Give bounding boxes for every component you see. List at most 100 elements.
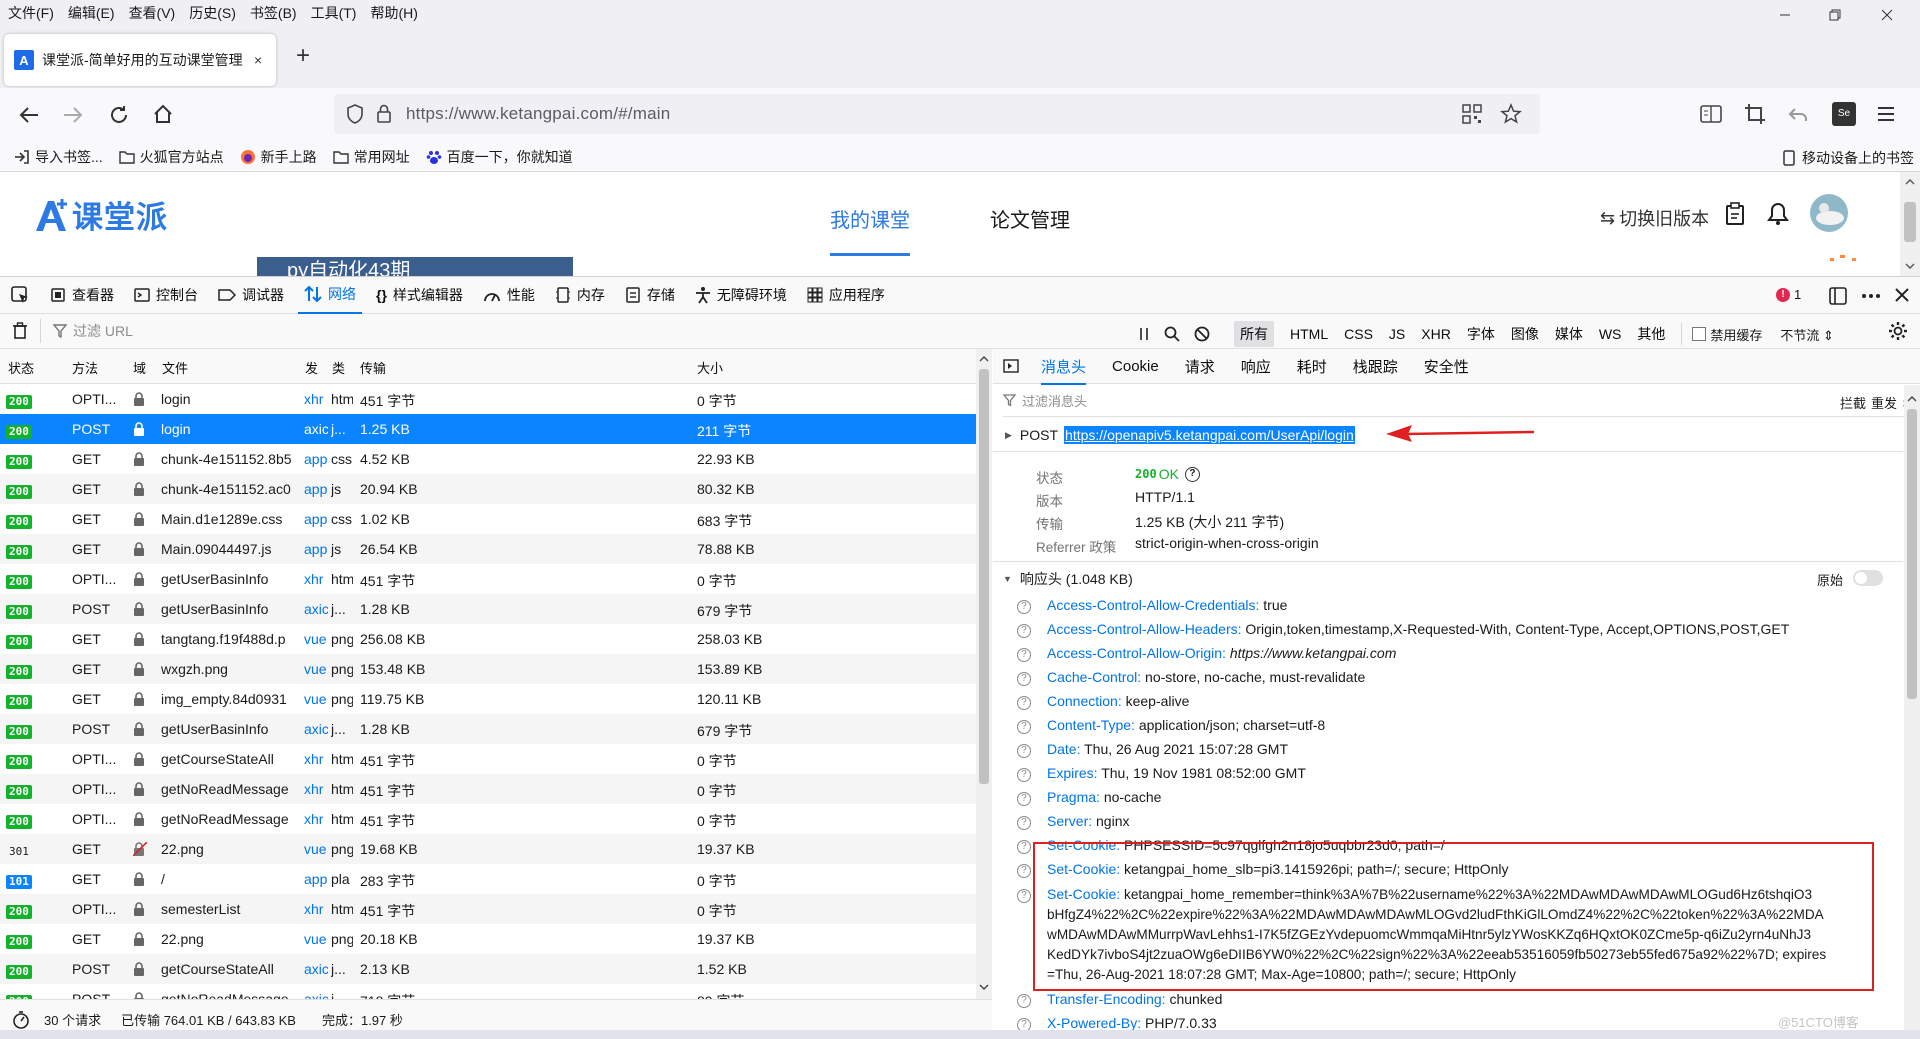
qr-code-icon[interactable]	[1462, 104, 1482, 124]
request-row[interactable]: 200 GET chunk-4e151152.ac0 app js 20.94 KB 80.…	[0, 474, 976, 504]
response-header-row[interactable]: ? Access-Control-Allow-Headers: Origin,to…	[1017, 621, 1789, 638]
help-icon[interactable]: ?	[1184, 466, 1200, 482]
col-size[interactable]: 大小	[697, 358, 723, 377]
col-file[interactable]: 文件	[162, 358, 188, 377]
request-row[interactable]: 200POSTgetNoReadMessageaxicj...718 字节89 …	[0, 984, 976, 999]
home-icon[interactable]	[152, 103, 174, 125]
col-type[interactable]: 类	[332, 358, 345, 377]
menu-item[interactable]: 书签(B)	[250, 3, 297, 23]
nav-my-classes[interactable]: 我的课堂	[830, 204, 910, 256]
devtools-tab-performance[interactable]: 性能	[477, 276, 541, 314]
detail-tab-request[interactable]: 请求	[1185, 356, 1215, 377]
request-row[interactable]: 200 POST getCourseStateAll axic j... 2.13 KB 1…	[0, 954, 976, 984]
help-icon[interactable]: ?	[1017, 624, 1031, 638]
filter-type-media[interactable]: 媒体	[1555, 324, 1583, 344]
request-row[interactable]: 200 GET img_empty.84d0931 vue png 119.75 KB 12…	[0, 684, 976, 714]
request-row[interactable]: 200 OPTI... getNoReadMessage xhr htm 451 字节 0 …	[0, 774, 976, 804]
col-domain[interactable]: 域	[133, 358, 146, 377]
help-icon[interactable]: ?	[1017, 744, 1031, 758]
request-row[interactable]: 200 GET wxgzh.png vue png 153.48 KB 153.89 KB	[0, 654, 976, 684]
request-row[interactable]: 200 OPTI... getCourseStateAll xhr htm 451 字节 0…	[0, 744, 976, 774]
request-row[interactable]: 200 POST getUserBasinInfo axic j... 1.28 KB 67…	[0, 594, 976, 624]
menu-item[interactable]: 工具(T)	[311, 3, 357, 23]
filter-type-html[interactable]: HTML	[1290, 326, 1328, 342]
tab-close-icon[interactable]: ×	[254, 52, 262, 68]
toggle-sidebar-icon[interactable]	[1003, 359, 1019, 373]
stopwatch-icon[interactable]	[12, 1010, 30, 1029]
devtools-tab-memory[interactable]: 内存	[549, 276, 611, 314]
response-header-row[interactable]: ? Content-Type: application/json; charset…	[1017, 717, 1325, 734]
user-avatar[interactable]	[1810, 194, 1848, 232]
disable-cache-checkbox[interactable]	[1692, 327, 1707, 341]
error-indicator[interactable]: ! 1	[1776, 287, 1801, 302]
throttle-select[interactable]: 不节流 ⇕	[1780, 325, 1834, 344]
response-header-row[interactable]: ? Cache-Control: no-store, no-cache, must…	[1017, 669, 1365, 686]
col-transferred[interactable]: 传输	[360, 358, 386, 377]
col-method[interactable]: 方法	[72, 358, 98, 377]
details-scrollbar[interactable]	[1904, 385, 1920, 1039]
col-status[interactable]: 状态	[8, 358, 34, 377]
block-button[interactable]: 拦截	[1840, 393, 1866, 412]
detail-tab-headers[interactable]: 消息头	[1041, 356, 1087, 385]
expand-triangle-icon[interactable]: ▶	[1005, 430, 1012, 441]
pause-icon[interactable]	[1138, 327, 1150, 341]
bookmark-import[interactable]: 导入书签...	[14, 147, 103, 167]
bookmark-star-icon[interactable]	[1500, 103, 1522, 125]
search-icon[interactable]	[1164, 326, 1180, 342]
menu-item[interactable]: 历史(S)	[189, 3, 236, 23]
request-row[interactable]: 200 POST login axic j... 1.25 KB 211 字节	[0, 414, 976, 444]
bookmark-common-sites[interactable]: 常用网址	[332, 147, 410, 167]
screenshot-icon[interactable]	[1744, 103, 1766, 125]
new-tab-button[interactable]: +	[296, 42, 310, 70]
url-text[interactable]: https://www.ketangpai.com/#/main	[406, 104, 670, 124]
help-icon[interactable]: ?	[1017, 994, 1031, 1008]
response-header-row[interactable]: ? Pragma: no-cache	[1017, 789, 1161, 806]
request-row[interactable]: 301 GET 22.png vue png 19.68 KB 19.37 KB	[0, 834, 976, 864]
filter-type-fonts[interactable]: 字体	[1467, 324, 1495, 344]
response-header-row[interactable]: ? Expires: Thu, 19 Nov 1981 08:52:00 GMT	[1017, 765, 1306, 782]
response-header-row[interactable]: ? Date: Thu, 26 Aug 2021 15:07:28 GMT	[1017, 741, 1288, 758]
help-icon[interactable]: ?	[1017, 768, 1031, 782]
devtools-tab-accessibility[interactable]: 无障碍环境	[689, 276, 793, 314]
request-row[interactable]: 200 GET chunk-4e151152.8b5 app css 4.52 KB 22.…	[0, 444, 976, 474]
bookmark-getting-started[interactable]: 新手上路	[240, 147, 317, 167]
request-row[interactable]: 101 GET / app pla 283 字节 0 字节	[0, 864, 976, 894]
request-row[interactable]: 200 GET tangtang.f19f488d.p vue png 256.08 KB…	[0, 624, 976, 654]
response-header-row[interactable]: ? Transfer-Encoding: chunked	[1017, 991, 1222, 1008]
more-options-icon[interactable]	[1860, 287, 1882, 305]
menu-item[interactable]: 帮助(H)	[370, 3, 417, 23]
devtools-tab-debugger[interactable]: 调试器	[212, 276, 290, 314]
filter-type-images[interactable]: 图像	[1511, 324, 1539, 344]
request-row[interactable]: 200 OPTI... login xhr htm 451 字节 0 字节	[0, 384, 976, 414]
detail-tab-cookie[interactable]: Cookie	[1112, 358, 1159, 375]
help-icon[interactable]: ?	[1017, 792, 1031, 806]
detail-tab-stack-trace[interactable]: 栈跟踪	[1353, 356, 1398, 377]
url-bar[interactable]: https://www.ketangpai.com/#/main	[334, 94, 1540, 134]
menu-item[interactable]: 查看(V)	[129, 3, 176, 23]
page-scrollbar[interactable]	[1900, 172, 1920, 276]
collapse-triangle-icon[interactable]: ▼	[1003, 574, 1012, 584]
filter-type-other[interactable]: 其他	[1637, 324, 1665, 344]
clear-trash-icon[interactable]	[12, 322, 28, 340]
filter-headers-input[interactable]: 过滤消息头	[1022, 391, 1087, 410]
switch-old-version-link[interactable]: ⇆ 切换旧版本	[1600, 205, 1709, 231]
bookmark-mobile[interactable]: 移动设备上的书签	[1781, 148, 1914, 168]
filter-type-xhr[interactable]: XHR	[1421, 326, 1451, 342]
help-icon[interactable]: ?	[1017, 864, 1031, 878]
forward-button-icon[interactable]	[62, 104, 84, 126]
help-icon[interactable]: ?	[1017, 889, 1031, 903]
selenium-extension-icon[interactable]: Se	[1832, 102, 1856, 126]
filter-type-css[interactable]: CSS	[1344, 326, 1373, 342]
help-icon[interactable]: ?	[1017, 696, 1031, 710]
devtools-tab-console[interactable]: 控制台	[128, 276, 204, 314]
request-row[interactable]: 200 GET Main.09044497.js app js 26.54 KB 78.88…	[0, 534, 976, 564]
filter-type-ws[interactable]: WS	[1599, 326, 1622, 342]
dock-toggle-icon[interactable]	[1829, 287, 1847, 305]
help-icon[interactable]: ?	[1017, 672, 1031, 686]
request-row[interactable]: 200 GET 22.png vue png 20.18 KB 19.37 KB	[0, 924, 976, 954]
reload-icon[interactable]	[108, 104, 130, 126]
detail-tab-response[interactable]: 响应	[1241, 356, 1271, 377]
detail-tab-security[interactable]: 安全性	[1424, 356, 1469, 377]
response-header-row[interactable]: ? Access-Control-Allow-Origin: https://ww…	[1017, 645, 1396, 662]
help-icon[interactable]: ?	[1017, 600, 1031, 614]
